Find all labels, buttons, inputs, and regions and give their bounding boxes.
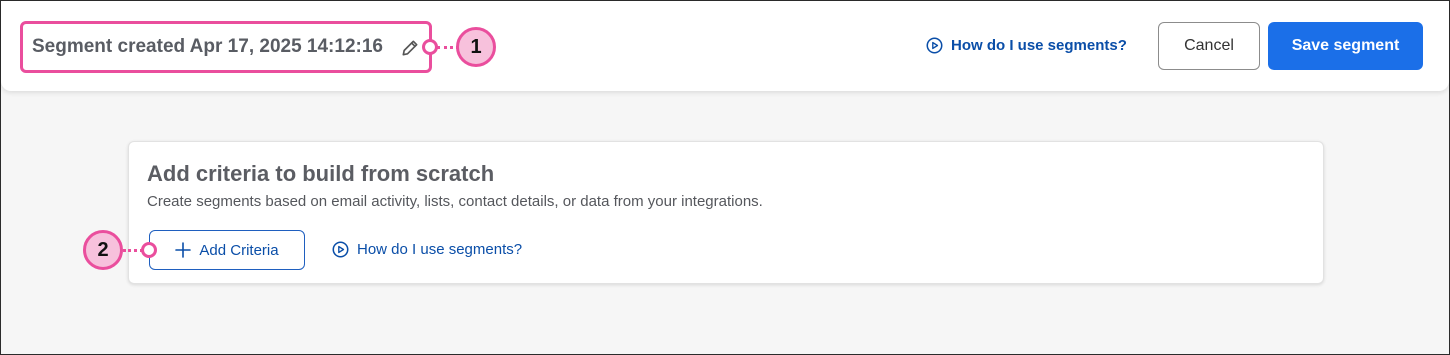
help-link-label: How do I use segments? bbox=[951, 37, 1127, 54]
callout-badge-2: 2 bbox=[83, 230, 123, 270]
criteria-card: Add criteria to build from scratch Creat… bbox=[128, 141, 1324, 284]
help-link-card[interactable]: How do I use segments? bbox=[332, 241, 522, 258]
callout-connector bbox=[123, 249, 143, 252]
pencil-icon[interactable] bbox=[400, 38, 420, 58]
callout-marker bbox=[141, 242, 157, 258]
help-link-label: How do I use segments? bbox=[357, 241, 523, 258]
help-link-header[interactable]: How do I use segments? bbox=[926, 37, 1127, 54]
save-segment-button[interactable]: Save segment bbox=[1268, 22, 1423, 70]
card-description: Create segments based on email activity,… bbox=[147, 193, 763, 210]
play-circle-icon bbox=[926, 37, 943, 54]
add-criteria-button[interactable]: Add Criteria bbox=[149, 230, 305, 270]
callout-marker bbox=[422, 39, 438, 55]
play-circle-icon bbox=[332, 241, 349, 258]
cancel-button[interactable]: Cancel bbox=[1158, 22, 1260, 70]
card-title: Add criteria to build from scratch bbox=[147, 161, 495, 186]
callout-badge-1: 1 bbox=[456, 27, 496, 67]
segment-header: Segment created Apr 17, 2025 14:12:16 Ho… bbox=[1, 1, 1449, 91]
add-criteria-label: Add Criteria bbox=[199, 241, 279, 259]
plus-icon bbox=[175, 242, 192, 258]
segment-title-box[interactable]: Segment created Apr 17, 2025 14:12:16 bbox=[20, 21, 432, 73]
segment-title: Segment created Apr 17, 2025 14:12:16 bbox=[32, 36, 383, 57]
